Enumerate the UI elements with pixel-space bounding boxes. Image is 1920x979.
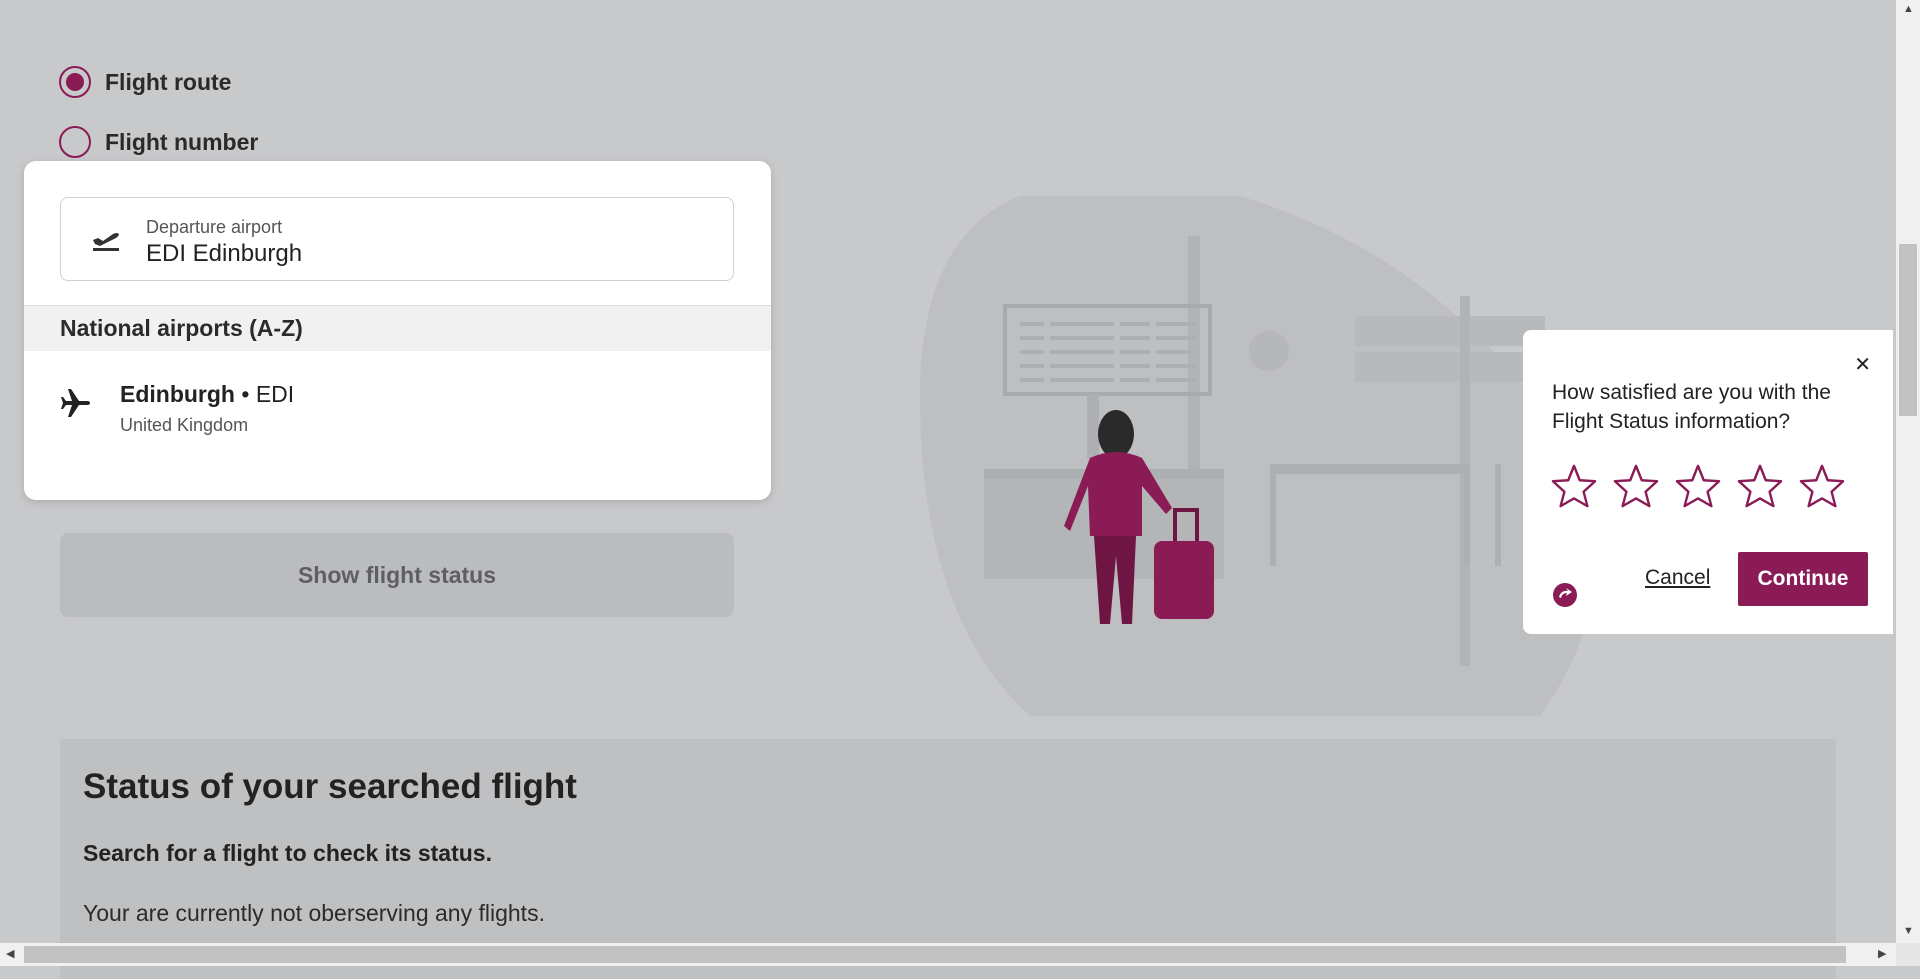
star-icon[interactable]	[1737, 463, 1783, 509]
scroll-up-arrow-icon[interactable]: ▲	[1903, 3, 1914, 15]
scroll-right-arrow-icon[interactable]: ▶	[1878, 947, 1886, 960]
airport-option-edinburgh[interactable]: Edinburgh • EDI United Kingdom	[24, 351, 771, 461]
airport-option-name: Edinburgh • EDI	[120, 381, 294, 408]
radio-button-flight-route[interactable]	[59, 66, 91, 98]
departure-airport-label: Departure airport	[146, 217, 283, 237]
airport-option-code: EDI	[255, 381, 295, 407]
radio-label-flight-number: Flight number	[105, 128, 259, 155]
radio-option-flight-route[interactable]: Flight route	[59, 66, 231, 98]
star-rating	[1551, 463, 1845, 509]
scroll-down-arrow-icon[interactable]: ▼	[1903, 925, 1914, 937]
vertical-scrollbar[interactable]: ▲ ▼	[1896, 0, 1920, 943]
scrollbar-corner	[1896, 943, 1920, 966]
national-airports-header: National airports (A-Z)	[24, 306, 771, 351]
status-title: Status of your searched flight	[83, 767, 577, 806]
horizontal-scrollbar-thumb[interactable]	[24, 946, 1846, 963]
star-icon[interactable]	[1799, 463, 1845, 509]
star-icon[interactable]	[1675, 463, 1721, 509]
status-empty-message: Your are currently not oberserving any f…	[83, 900, 545, 926]
airport-dropdown-panel: Departure airport EDI Edinburgh National…	[24, 161, 771, 500]
satisfaction-survey-dialog: ✕ How satisfied are you with the Flight …	[1523, 330, 1893, 634]
radio-label-flight-route: Flight route	[105, 68, 232, 95]
survey-question: How satisfied are you with the Flight St…	[1552, 381, 1831, 433]
show-flight-status-button[interactable]: Show flight status	[60, 533, 734, 617]
radio-button-flight-number[interactable]	[59, 126, 91, 158]
airport-option-city: Edinburgh	[120, 381, 235, 407]
departure-airport-field[interactable]: Departure airport EDI Edinburgh	[60, 197, 734, 281]
close-icon[interactable]: ✕	[1854, 352, 1871, 377]
departure-airport-value[interactable]: EDI Edinburgh	[146, 240, 302, 268]
airplane-icon	[60, 387, 92, 424]
vertical-scrollbar-thumb[interactable]	[1899, 244, 1917, 416]
status-subtitle: Search for a flight to check its status.	[83, 840, 492, 866]
radio-option-flight-number[interactable]: Flight number	[59, 126, 258, 158]
airport-option-country: United Kingdom	[120, 415, 249, 435]
star-icon[interactable]	[1613, 463, 1659, 509]
brand-logo-icon	[1552, 582, 1578, 613]
scroll-left-arrow-icon[interactable]: ◀	[6, 947, 14, 960]
horizontal-scrollbar[interactable]: ◀ ▶	[0, 943, 1896, 966]
airport-option-separator: •	[234, 381, 256, 407]
departure-icon	[91, 226, 121, 257]
cancel-button[interactable]: Cancel	[1639, 565, 1716, 591]
continue-button[interactable]: Continue	[1738, 552, 1868, 606]
star-icon[interactable]	[1551, 463, 1597, 509]
